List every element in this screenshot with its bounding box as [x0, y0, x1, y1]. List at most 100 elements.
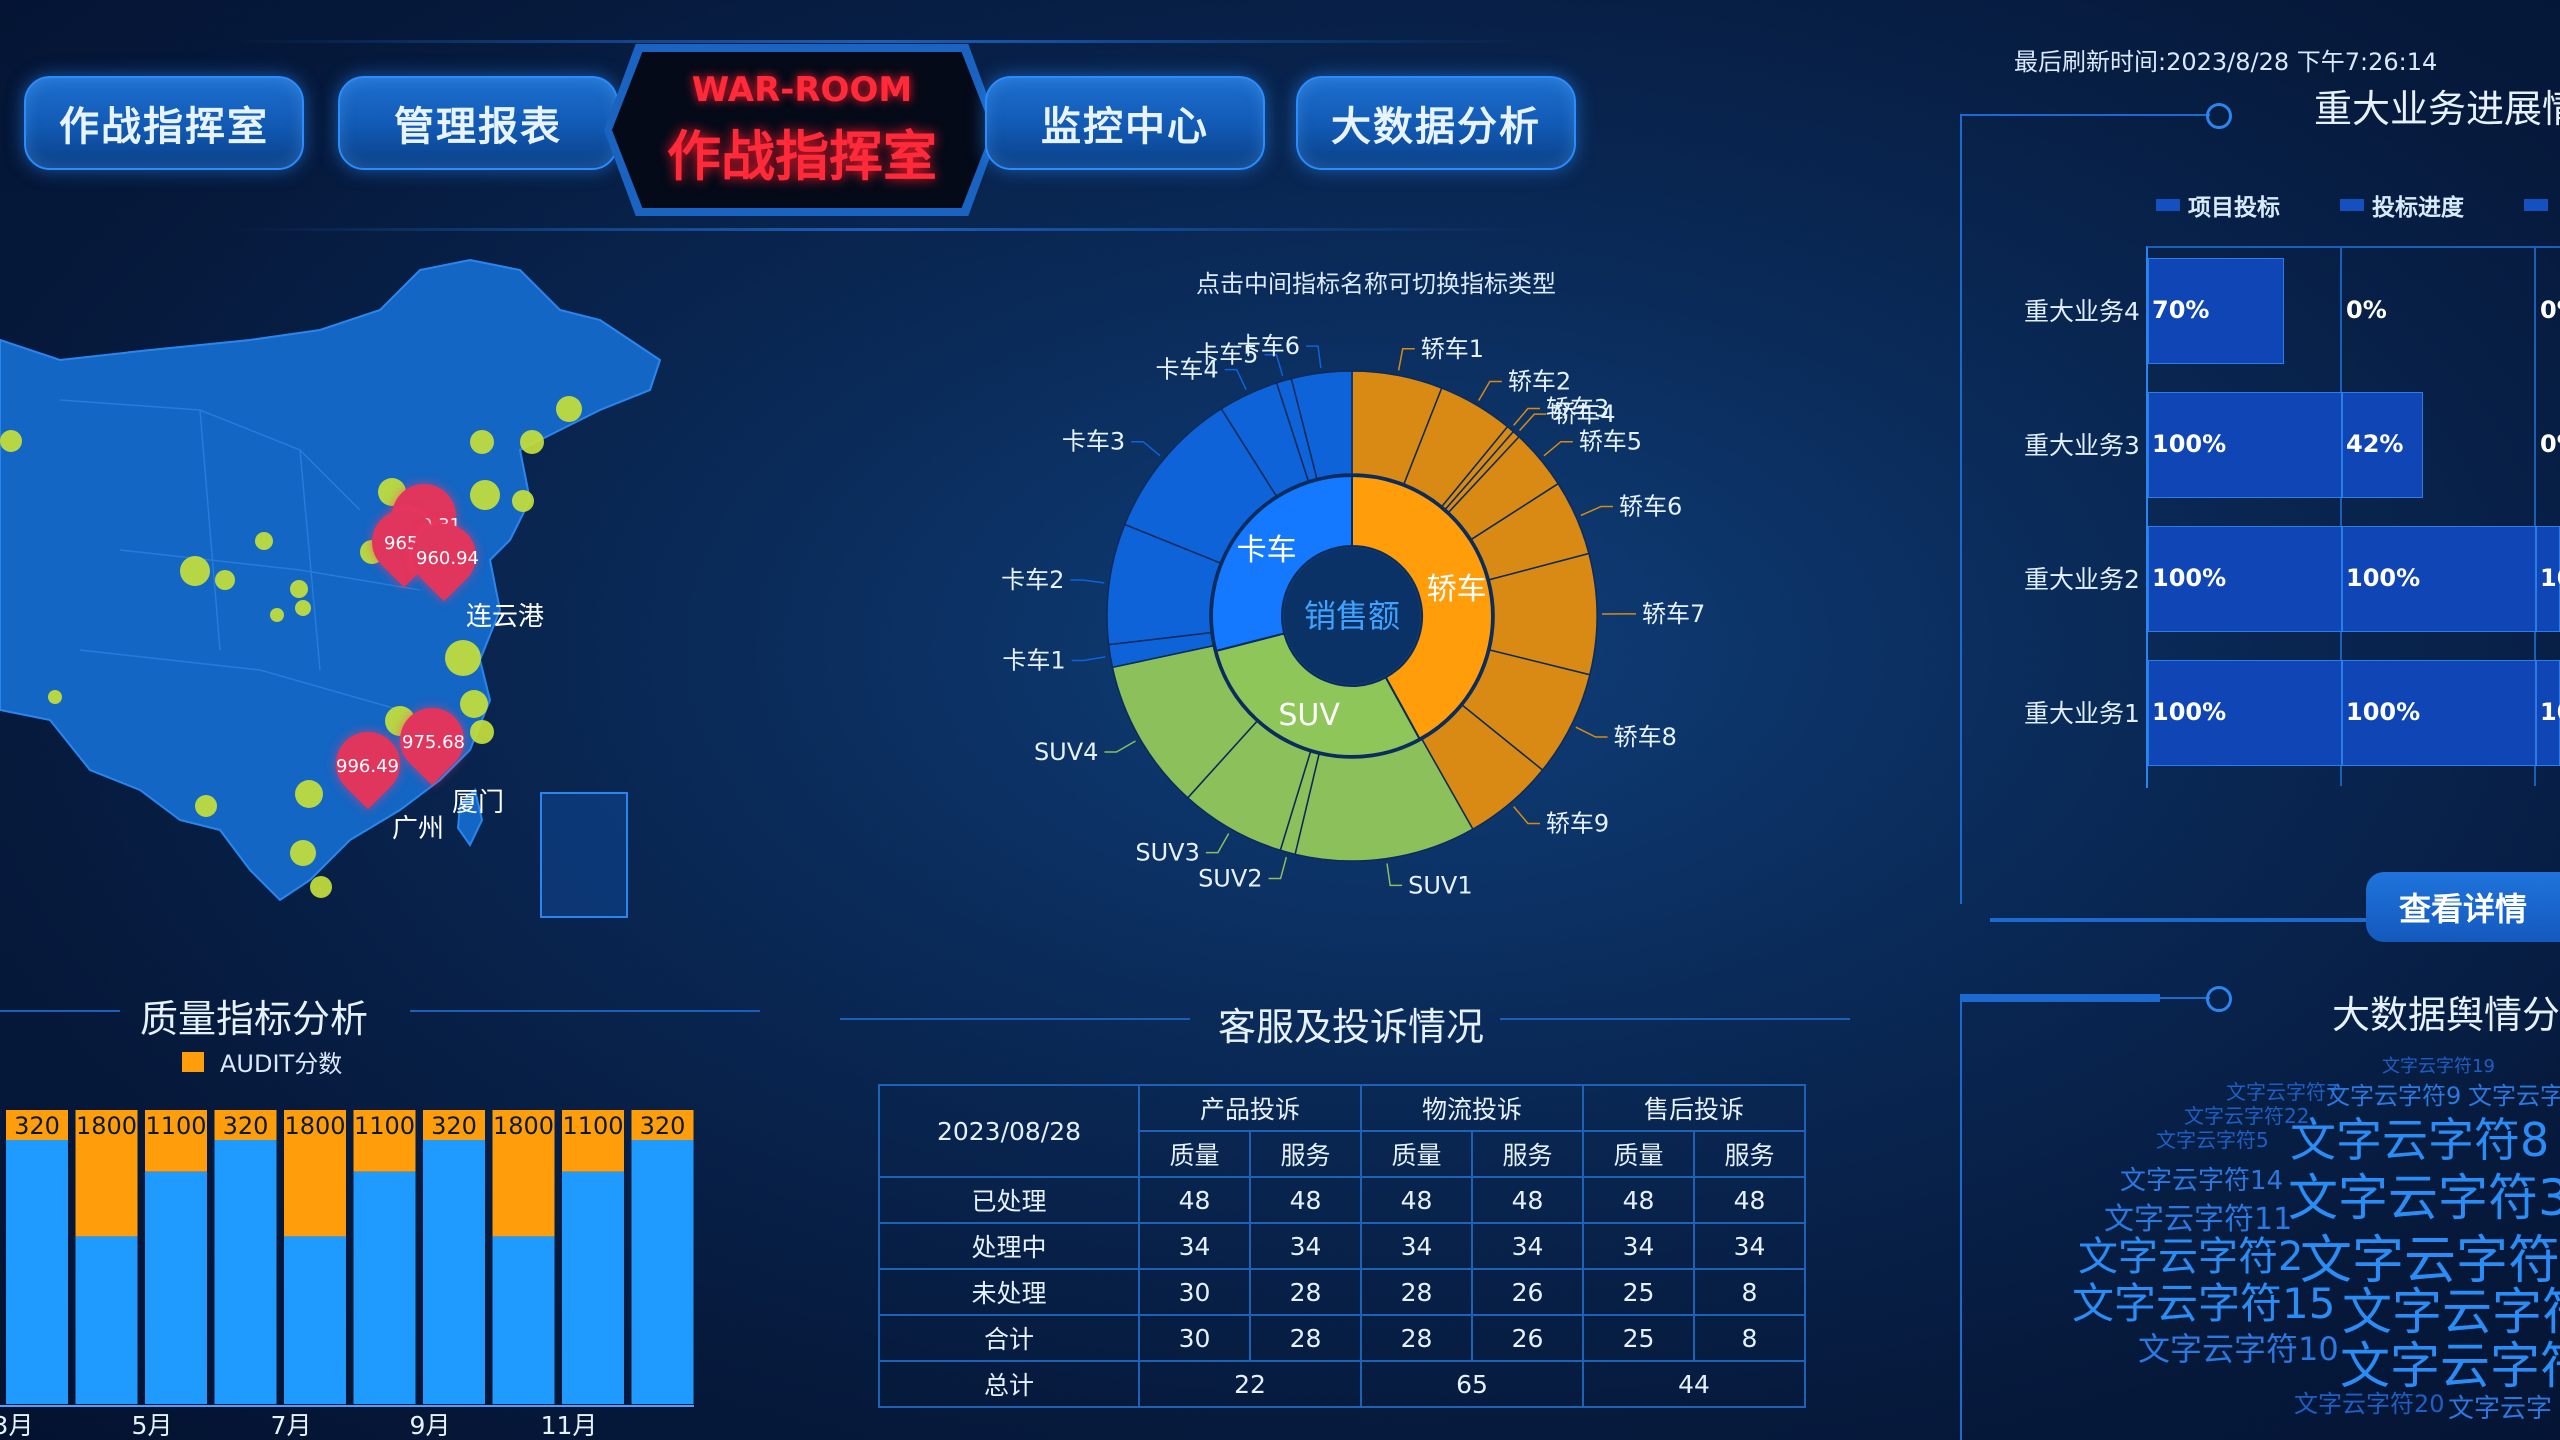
sunburst-center-label: 销售额 — [1304, 597, 1400, 635]
map-dot — [445, 640, 481, 676]
nav-center-en: WAR-ROOM — [691, 69, 913, 110]
table-row: 合计 30 28 28 26 25 8 — [878, 1314, 1806, 1362]
table-cell: 34 — [1693, 1222, 1806, 1270]
legend-label: 项目投标 — [2188, 195, 2280, 221]
map-dot — [180, 556, 210, 586]
map-dot — [470, 480, 500, 510]
sunburst-leader-line — [1268, 857, 1288, 880]
table-cell: 8 — [1693, 1268, 1806, 1316]
legend-label: 投标进度 — [2372, 195, 2464, 221]
refresh-label: 最后刷新时间: — [2014, 48, 2167, 76]
sunburst-outer-label: 卡车3 — [1062, 428, 1125, 456]
table-group-header: 售后投诉 — [1582, 1084, 1806, 1132]
sunburst-outer-label: 轿车6 — [1619, 493, 1682, 521]
sunburst-hint: 点击中间指标名称可切换指标类型 — [1196, 270, 1556, 298]
bar-segment-blue — [75, 1236, 138, 1404]
sunburst-leader-line — [1543, 440, 1573, 457]
sunburst-leader-line — [1575, 726, 1608, 738]
sunburst-outer-label: 卡车6 — [1237, 332, 1300, 360]
bar-segment-blue — [145, 1171, 207, 1404]
map-dot — [512, 490, 534, 512]
nav-tab-monitor[interactable]: 监控中心 — [985, 76, 1265, 170]
map-dot — [556, 396, 582, 422]
sunburst-leader-line — [1580, 505, 1614, 517]
detail-button[interactable]: 查看详情 — [2366, 872, 2560, 942]
table-sub-header: 服务 — [1693, 1130, 1806, 1178]
table-cell: 48 — [1693, 1176, 1806, 1224]
row-label: 处理中 — [878, 1222, 1140, 1270]
word-cloud-item[interactable]: 文字云字符14 — [2120, 1160, 2283, 1197]
sunburst-outer-label: SUV4 — [1034, 738, 1099, 766]
word-cloud-item[interactable]: 文字云字符20 — [2294, 1384, 2445, 1419]
row-label: 总计 — [878, 1360, 1140, 1408]
panel-frame-line — [1960, 114, 2210, 116]
bar-data-label: 1100 — [562, 1112, 623, 1140]
map-dot — [0, 430, 22, 452]
nav-center-cn: 作战指挥室 — [667, 124, 937, 188]
business-row-label: 重大业务3 — [2024, 431, 2140, 460]
word-cloud-item[interactable]: 文字云字符5 — [2156, 1124, 2269, 1153]
nav-tab-bigdata[interactable]: 大数据分析 — [1296, 76, 1576, 170]
refresh-value: 2023/8/28 下午7:26:14 — [2166, 48, 2438, 76]
nav-tab-war-room[interactable]: 作战指挥室 — [24, 76, 304, 170]
sunburst-leader-line — [1104, 740, 1136, 753]
business-progress-value: 100% — [2346, 564, 2421, 592]
nav-frame-line-bottom — [230, 228, 1530, 231]
business-progress-value: 10 — [2540, 698, 2560, 726]
bar-data-label: 1800 — [284, 1112, 345, 1140]
business-progress-value: 10 — [2540, 564, 2560, 592]
table-sub-header: 服务 — [1471, 1130, 1584, 1178]
legend-swatch — [2524, 199, 2548, 211]
sunburst-chart[interactable]: 轿车SUV卡车轿车1轿车2轿车3轿车4轿车5轿车6轿车7轿车8轿车9SUV1SU… — [960, 300, 1780, 920]
map-dot — [290, 840, 316, 866]
quality-title-line — [0, 1010, 120, 1012]
row-label: 合计 — [878, 1314, 1140, 1362]
word-cloud-item[interactable]: 文字云字符19 — [2382, 1052, 2495, 1078]
nav-center-title[interactable]: WAR-ROOM 作战指挥室 — [612, 52, 992, 208]
map-dot — [270, 608, 284, 622]
panel-frame-line — [1960, 996, 1962, 1440]
legend-swatch — [182, 1051, 204, 1072]
map-dot — [310, 876, 332, 898]
complaints-title: 客服及投诉情况 — [1218, 1005, 1485, 1049]
table-cell: 25 — [1582, 1314, 1695, 1362]
city-label: 连云港 — [466, 602, 545, 632]
sunburst-outer-label: 卡车2 — [1001, 566, 1064, 594]
business-progress-value: 100% — [2152, 698, 2227, 726]
table-cell: 28 — [1360, 1314, 1473, 1362]
table-cell: 34 — [1471, 1222, 1584, 1270]
map-dot — [295, 600, 311, 616]
table-row: 未处理 30 28 28 26 25 8 — [878, 1268, 1806, 1316]
opinion-title: 大数据舆情分 — [2332, 993, 2560, 1037]
sunburst-leader-line — [1070, 579, 1105, 584]
nav-tab-reports[interactable]: 管理报表 — [338, 76, 618, 170]
word-cloud-item[interactable]: 文字云字符15 — [2072, 1270, 2335, 1331]
table-group-header: 产品投诉 — [1138, 1084, 1362, 1132]
business-progress-value: 100% — [2346, 698, 2421, 726]
word-cloud-item[interactable]: 文字云字符10 — [2138, 1324, 2339, 1370]
bar-data-label: 1800 — [493, 1112, 554, 1140]
row-label: 未处理 — [878, 1268, 1140, 1316]
bar-segment-blue — [631, 1110, 694, 1404]
map-dot — [255, 532, 273, 550]
table-cell: 26 — [1471, 1314, 1584, 1362]
legend-swatch — [2156, 199, 2180, 211]
bar-segment-blue — [423, 1110, 485, 1404]
complaints-title-line-left — [840, 1018, 1190, 1020]
sunburst-leader-line — [1386, 863, 1403, 887]
table-sub-header: 质量 — [1138, 1130, 1251, 1178]
sunburst-outer-label: 轿车4 — [1552, 400, 1615, 428]
bar-segment-blue — [284, 1236, 346, 1404]
sunburst-leader-line — [1513, 806, 1540, 825]
complaints-title-line-right — [1500, 1018, 1850, 1020]
map-pin-value: 975.68 — [402, 732, 465, 753]
bar-data-label: 320 — [431, 1112, 477, 1140]
map-dot — [48, 690, 62, 704]
business-legend: 项目投标 投标进度 — [2156, 188, 2548, 222]
bar-data-label: 1100 — [354, 1112, 415, 1140]
table-cell: 34 — [1138, 1222, 1251, 1270]
business-progress-value: 0% — [2540, 296, 2560, 324]
table-cell: 8 — [1693, 1314, 1806, 1362]
table-cell: 28 — [1360, 1268, 1473, 1316]
word-cloud-item[interactable]: 文字云字 — [2448, 1388, 2552, 1425]
